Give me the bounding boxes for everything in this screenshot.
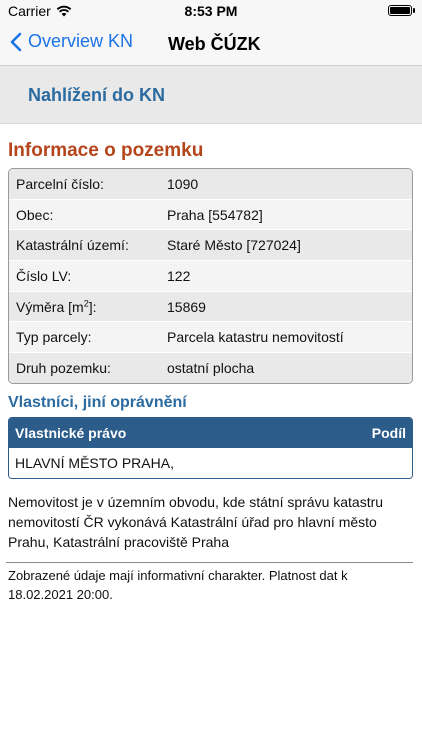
owners-table: Vlastnické právo Podíl HLAVNÍ MĚSTO PRAH… [8, 417, 413, 479]
status-bar: Carrier 8:53 PM [0, 0, 422, 24]
row-label: Katastrální území: [16, 237, 129, 254]
table-row: Katastrální území: Staré Město [727024] [9, 230, 412, 262]
portal-header: Nahlížení do KN [0, 66, 422, 124]
table-row: Druh pozemku: ostatní plocha [9, 353, 412, 383]
back-button[interactable]: Overview KN [10, 31, 133, 52]
table-row: Obec: Praha [554782] [9, 199, 412, 231]
owners-heading: Vlastníci, jiní oprávnění [8, 394, 187, 411]
data-disclaimer: Zobrazené údaje mají informativní charak… [8, 568, 348, 602]
navigation-bar: Overview KN Web ČÚZK [0, 24, 422, 66]
row-value: Parcela katastru nemovitostí [167, 329, 344, 346]
table-row: Parcelní číslo: 1090 [9, 169, 412, 200]
row-label: Obec: [16, 206, 54, 223]
portal-title[interactable]: Nahlížení do KN [28, 85, 165, 106]
parcel-info-table: Parcelní číslo: 1090 Obec: Praha [554782… [8, 168, 413, 384]
chevron-left-icon [10, 32, 22, 51]
row-label-main: Výměra [m [16, 298, 84, 315]
row-label: Parcelní číslo: [16, 175, 104, 192]
row-value[interactable]: Staré Město [727024] [167, 237, 412, 253]
row-label: Výměra [m2]: [9, 298, 167, 315]
clock: 8:53 PM [184, 3, 238, 19]
column-header-share: Podíl [371, 425, 406, 441]
owners-table-header: Vlastnické právo Podíl [9, 418, 412, 448]
row-label: Číslo LV: [16, 267, 72, 284]
table-row: Typ parcely: Parcela katastru nemovitost… [9, 322, 412, 354]
divider [6, 562, 413, 563]
table-row[interactable]: HLAVNÍ MĚSTO PRAHA, [9, 448, 412, 478]
jurisdiction-notice[interactable]: Nemovitost je v územním obvodu, kde stát… [8, 492, 408, 552]
nav-title: Web ČÚZK [168, 34, 261, 54]
row-label: Druh pozemku: [16, 359, 111, 376]
row-label: Typ parcely: [16, 329, 92, 346]
column-header-ownership: Vlastnické právo [15, 425, 127, 441]
table-row: Výměra [m2]: 15869 [9, 291, 412, 323]
battery-icon [388, 5, 415, 16]
owner-name[interactable]: HLAVNÍ MĚSTO PRAHA, [15, 455, 174, 471]
row-value: 15869 [167, 298, 206, 315]
row-value[interactable]: 122 [167, 268, 412, 284]
row-value[interactable]: Praha [554782] [167, 207, 412, 223]
parcel-info-heading: Informace o pozemku [8, 140, 204, 161]
back-button-label: Overview KN [28, 31, 134, 51]
row-value: 1090 [167, 175, 199, 192]
table-row: Číslo LV: 122 [9, 261, 412, 292]
row-value: ostatní plocha [167, 359, 255, 376]
row-label-end: ]: [88, 298, 97, 315]
